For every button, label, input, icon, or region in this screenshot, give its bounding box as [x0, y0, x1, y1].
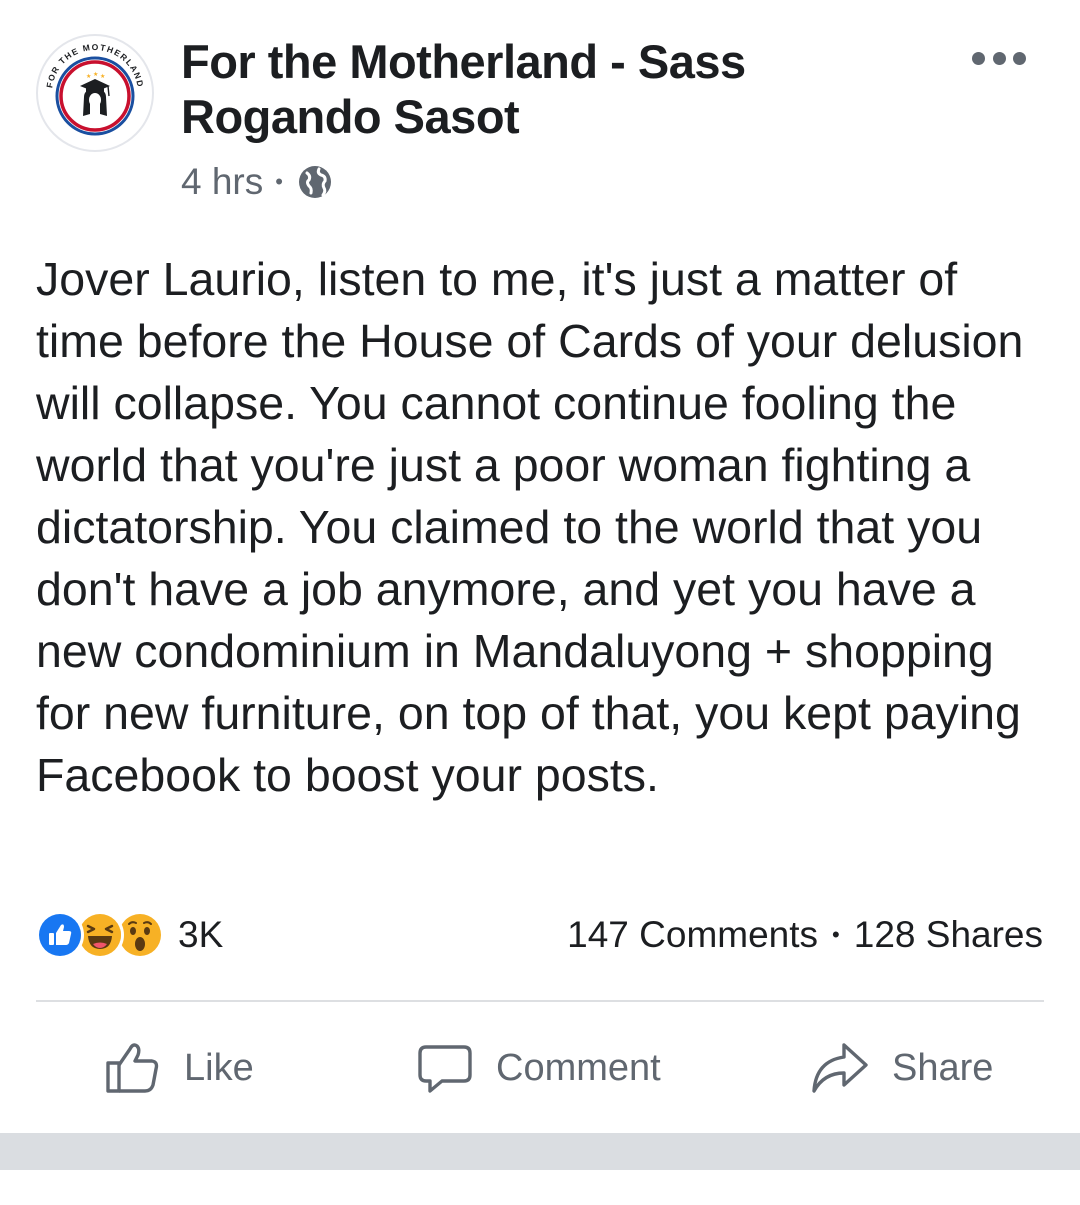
more-options-button[interactable]	[972, 46, 1026, 70]
reaction-count: 3K	[178, 914, 224, 955]
comment-icon	[418, 1045, 472, 1093]
svg-text:★: ★	[100, 73, 105, 80]
page-avatar[interactable]: FOR THE MOTHERLAND ★ ★ ★	[36, 34, 154, 152]
page-name[interactable]: For the Motherland - Sass Rogando Sasot	[181, 34, 941, 144]
stats-separator: •	[832, 922, 840, 947]
share-button[interactable]: Share	[810, 1030, 993, 1106]
reactions-summary[interactable]: 3K	[36, 910, 223, 960]
comment-label: Comment	[496, 1046, 661, 1089]
facebook-post: FOR THE MOTHERLAND ★ ★ ★ For the Motherl…	[0, 0, 1080, 1133]
share-label: Share	[892, 1046, 994, 1089]
like-button[interactable]: Like	[104, 1030, 254, 1106]
engagement-stats: 147 Comments • 128 Shares	[567, 910, 1043, 960]
shares-count-link[interactable]: 128 Shares	[854, 914, 1043, 956]
more-dot	[992, 51, 1006, 65]
like-label: Like	[184, 1046, 254, 1089]
globe-icon	[298, 166, 331, 198]
post-actions-bar: Like Comment Share	[0, 1030, 1080, 1106]
more-dot	[1013, 51, 1026, 65]
motherland-logo: FOR THE MOTHERLAND ★ ★ ★	[43, 41, 147, 145]
svg-text:★: ★	[93, 71, 98, 78]
more-dot	[972, 51, 985, 65]
post-body-text: Jover Laurio, listen to me, it's just a …	[36, 253, 1024, 801]
share-arrow-icon	[812, 1043, 868, 1093]
divider	[36, 1000, 1044, 1002]
meta-separator: •	[275, 169, 283, 194]
svg-text:★: ★	[86, 73, 91, 80]
feed-separator	[0, 1133, 1080, 1170]
thumbs-up-icon	[106, 1043, 159, 1093]
comments-count-link[interactable]: 147 Comments	[567, 914, 818, 956]
post-timestamp[interactable]: 4 hrs	[181, 161, 263, 203]
comment-button[interactable]: Comment	[416, 1030, 661, 1106]
like-reaction-icon	[36, 911, 84, 959]
post-meta: 4 hrs •	[181, 160, 333, 204]
